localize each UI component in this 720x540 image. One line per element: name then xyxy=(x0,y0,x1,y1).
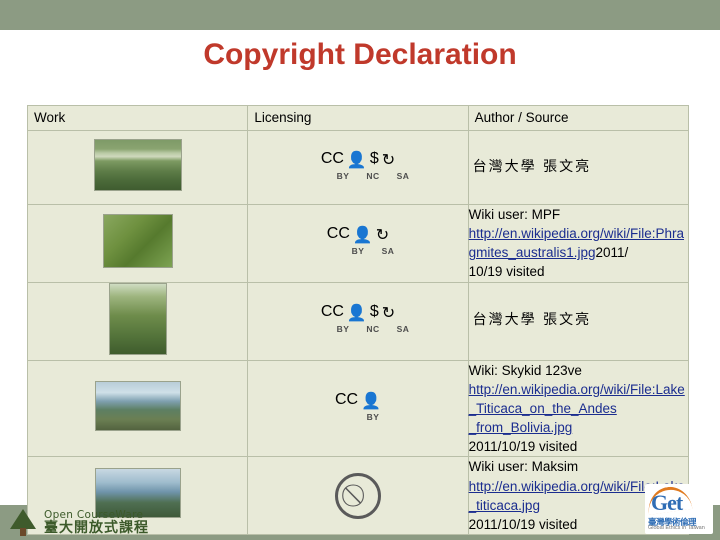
cc-by-nc-sa-badge: CC 👤 $ ↻ BY NC SA xyxy=(299,150,416,181)
reed-leaves-photo xyxy=(102,213,173,268)
work-thumbnail-cell xyxy=(26,130,249,205)
sa-icon: ↻ xyxy=(381,151,396,169)
source-cell: 台灣大學 張文亮 xyxy=(467,130,690,205)
source-author: Wiki user: MPF xyxy=(468,207,561,222)
license-cell: CC 👤 $ ↻ BY NC SA xyxy=(247,281,469,361)
cc-by-sa-badge: CC 👤 ↻ BY SA xyxy=(314,225,401,256)
sa-icon: ↻ xyxy=(381,305,396,323)
sa-icon: ↻ xyxy=(375,227,390,245)
badge-label-nc: NC xyxy=(366,170,380,181)
work-thumbnail-cell xyxy=(26,204,249,283)
table-row: CC 👤 $ ↻ BY NC SA 台灣大學 張文亮 xyxy=(26,281,690,361)
source-url-trailing: 2011/ xyxy=(595,245,629,261)
cc-by-nc-sa-badge: CC 👤 $ ↻ BY NC SA xyxy=(299,303,416,334)
cc-zero-noncopyright-icon: ⃠ xyxy=(334,472,381,519)
source-url-link-part1[interactable]: http://en.wikipedia.org/wiki/File:Lake_T… xyxy=(469,380,688,418)
badge-label-by: BY xyxy=(351,246,365,257)
cc-icon: CC xyxy=(320,303,344,321)
badge-label-nc: NC xyxy=(366,324,380,335)
cc-icon: CC xyxy=(326,225,350,243)
cc-by-badge: CC 👤 BY xyxy=(329,391,386,422)
source-url-link[interactable]: http://en.wikipedia.org/wiki/File:Phragm… xyxy=(469,226,684,260)
work-thumbnail-cell xyxy=(26,359,249,458)
by-icon: 👤 xyxy=(346,151,367,169)
column-header-licensing: Licensing xyxy=(247,105,469,131)
source-cell: Wiki: Skykid 123ve http://en.wikipedia.o… xyxy=(467,359,690,458)
source-visited-date: 2011/10/19 visited xyxy=(468,439,578,455)
badge-label-sa: SA xyxy=(396,324,410,335)
badge-label-by: BY xyxy=(336,170,350,181)
license-cell: ⃠ xyxy=(247,456,469,536)
column-header-author-source: Author / Source xyxy=(467,105,690,131)
table-row: CC 👤 BY Wiki: Skykid 123ve http://en.wik… xyxy=(26,359,690,458)
license-cell: CC 👤 ↻ BY SA xyxy=(247,204,469,283)
copyright-table: Work Licensing Author / Source CC 👤 $ ↻ … xyxy=(26,105,690,536)
lake-titicaca-shore-photo xyxy=(94,381,181,432)
tree-icon xyxy=(8,508,38,538)
nc-icon: $ xyxy=(369,149,379,167)
table-row: CC 👤 $ ↻ BY NC SA 台灣大學 張文亮 xyxy=(26,130,690,205)
source-cell: 台灣大學 張文亮 xyxy=(467,281,690,361)
by-icon: 👤 xyxy=(352,227,373,245)
badge-label-spacer xyxy=(299,324,326,334)
badge-label-sa: SA xyxy=(381,246,395,257)
by-icon: 👤 xyxy=(346,305,367,323)
badge-label-by: BY xyxy=(366,411,380,422)
page-title: Copyright Declaration xyxy=(203,38,517,71)
top-band xyxy=(0,0,720,30)
slide-root: Copyright Declaration Work Licensing Aut… xyxy=(0,0,720,540)
cc-icon: CC xyxy=(320,149,344,167)
work-thumbnail-cell xyxy=(26,281,249,361)
badge-label-spacer xyxy=(299,171,326,181)
source-author: 台灣大學 張文亮 xyxy=(472,312,592,329)
license-cell: CC 👤 $ ↻ BY NC SA xyxy=(247,130,469,205)
badge-label-by: BY xyxy=(336,324,350,335)
source-url-line: http://en.wikipedia.org/wiki/File:Phragm… xyxy=(469,224,688,262)
ocw-logo-line2: 臺大開放式課程 xyxy=(44,520,149,537)
source-author: Wiki user: Maksim xyxy=(468,459,579,475)
get-logo: Get 臺灣學術倫理 Global Ethics in Taiwan xyxy=(645,484,713,534)
table-row: CC 👤 ↻ BY SA Wiki user: MPF http://en.wi xyxy=(26,204,690,283)
get-logo-subtitle2: Global Ethics in Taiwan xyxy=(648,525,705,531)
badge-label-spacer xyxy=(314,246,341,256)
source-url-link-part2[interactable]: _from_Bolivia.jpg xyxy=(469,418,688,437)
ntu-ocw-logo: Open CourseWare 臺大開放式課程 xyxy=(8,508,149,538)
get-logo-title: Get xyxy=(651,490,683,515)
source-author: 台灣大學 張文亮 xyxy=(472,158,592,175)
reed-field-vertical-photo xyxy=(108,282,167,355)
wetland-grass-photo xyxy=(93,139,182,191)
source-cell: Wiki user: MPF http://en.wikipedia.org/w… xyxy=(467,204,690,283)
source-author: Wiki: Skykid 123ve xyxy=(468,362,582,378)
table-header-row: Work Licensing Author / Source xyxy=(26,105,690,131)
cc-icon: CC xyxy=(334,390,359,408)
license-cell: CC 👤 BY xyxy=(247,359,469,458)
badge-label-spacer xyxy=(329,412,356,422)
badge-label-sa: SA xyxy=(396,170,410,181)
nc-icon: $ xyxy=(369,303,379,321)
by-icon: 👤 xyxy=(361,392,381,410)
column-header-work: Work xyxy=(26,105,249,131)
source-visited-date: 10/19 visited xyxy=(468,264,545,280)
